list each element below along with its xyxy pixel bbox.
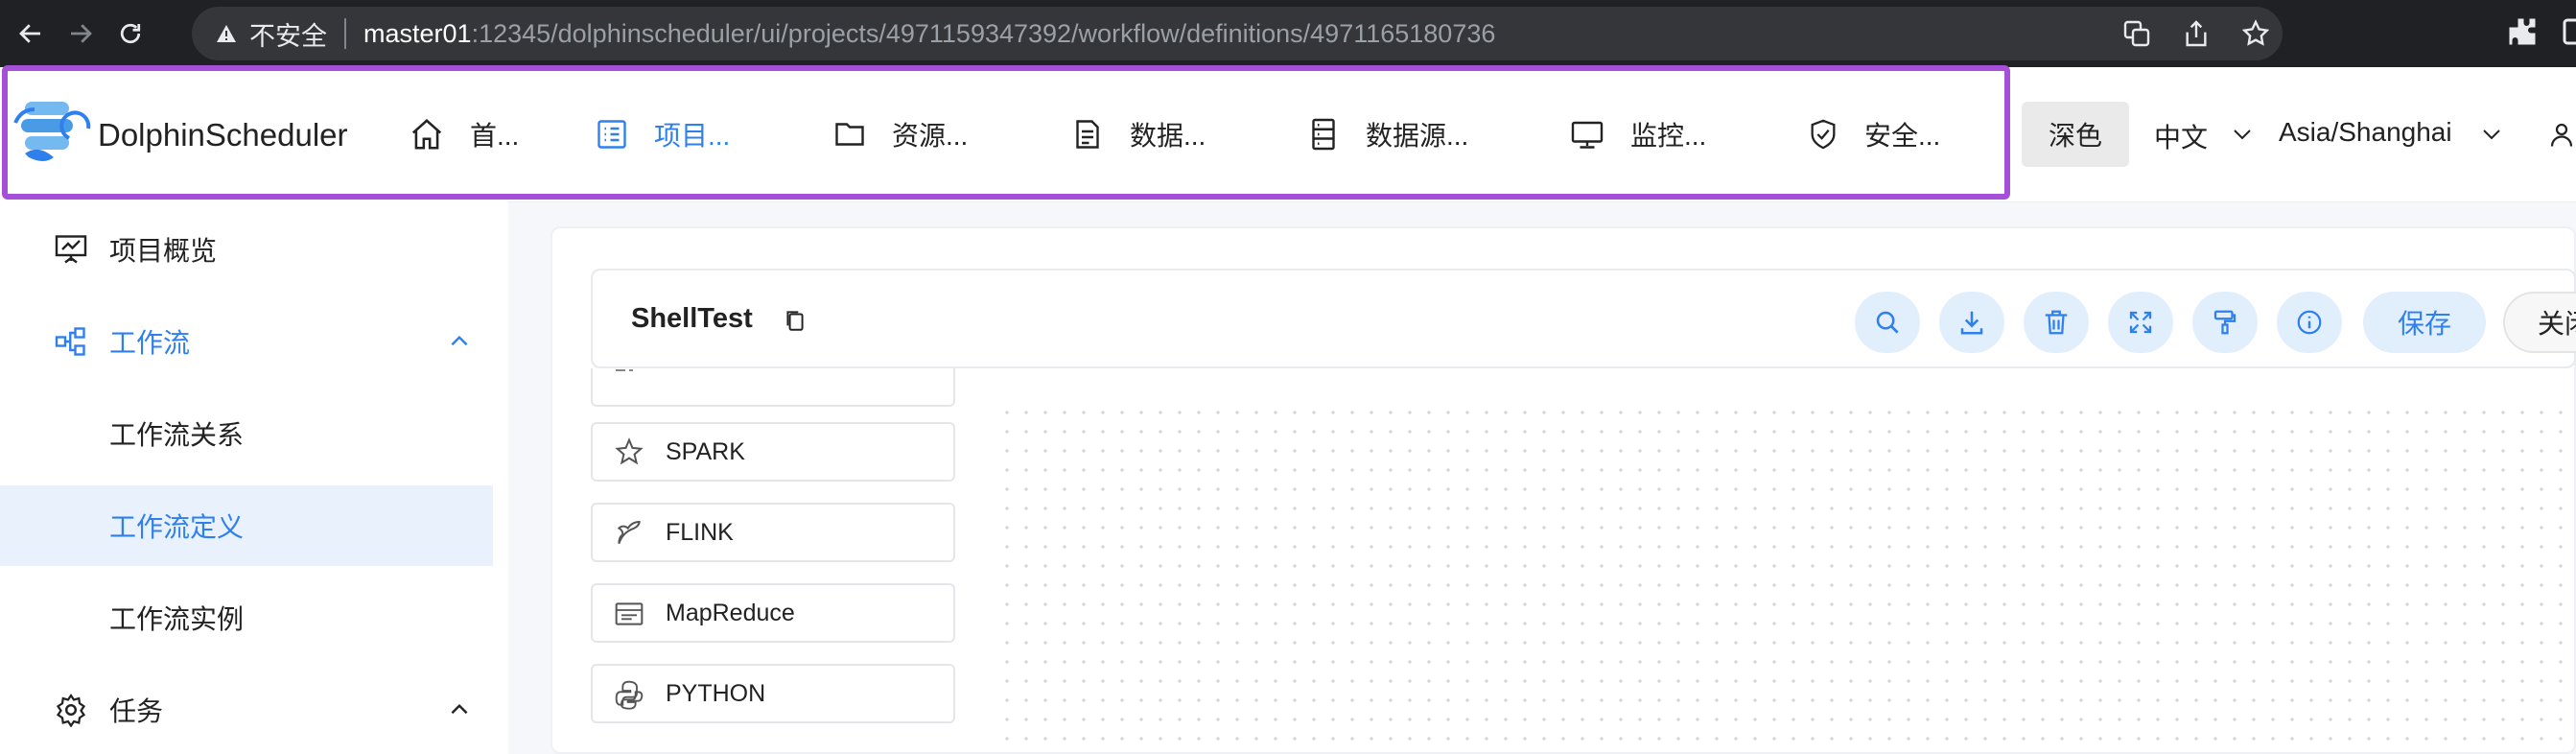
task-type-list: SPARK FLINK MapReduce PYTHON	[591, 368, 955, 754]
info-icon	[2295, 308, 2324, 337]
translate-icon[interactable]	[2121, 18, 2152, 49]
url-path: :12345/dolphinscheduler/ui/projects/4971…	[471, 18, 1496, 48]
save-button[interactable]: 保存	[2363, 292, 2486, 353]
download-button[interactable]	[1939, 292, 2004, 353]
sidebar-item-label: 工作流关系	[109, 420, 245, 450]
task-label: PYTHON	[666, 679, 766, 707]
flink-icon	[614, 518, 644, 549]
datasource-icon	[1306, 117, 1341, 152]
gear-icon	[54, 693, 88, 727]
search-icon	[1873, 308, 1902, 337]
workflow-icon	[54, 324, 88, 359]
nav-security[interactable]: 安全...	[1807, 109, 1940, 159]
download-icon	[1957, 308, 1986, 337]
nav-datasource-label: 数据源...	[1366, 121, 1469, 151]
format-button[interactable]	[2192, 292, 2258, 353]
extensions-icon[interactable]	[2505, 14, 2540, 49]
nav-project-label: 项目...	[654, 121, 731, 151]
sidebar-item-label: 工作流实例	[109, 604, 245, 634]
sidebar-item-workflow-definition[interactable]: 工作流定义	[0, 485, 493, 566]
theme-toggle-button[interactable]: 深色	[2022, 102, 2129, 167]
fullscreen-button[interactable]	[2108, 292, 2173, 353]
nav-datasource[interactable]: 数据源...	[1306, 109, 1468, 159]
search-button[interactable]	[1855, 292, 1920, 353]
task-item-mapreduce[interactable]: MapReduce	[591, 583, 955, 643]
app-header: DolphinScheduler 首... 项目... 资源... 数据... …	[0, 67, 2576, 202]
info-button[interactable]	[2277, 292, 2342, 353]
chevron-up-icon[interactable]	[447, 329, 472, 354]
editor-toolbar: ShellTest 保存 关闭	[591, 269, 2576, 368]
address-bar[interactable]: 不安全 master01 :12345/dolphinscheduler/ui/…	[192, 7, 2283, 60]
user-icon[interactable]	[2547, 119, 2576, 150]
sidebar-item-label: 工作流	[109, 328, 191, 358]
task-label: SPARK	[666, 437, 745, 465]
delete-button[interactable]	[2024, 292, 2089, 353]
browser-chrome: 不安全 master01 :12345/dolphinscheduler/ui/…	[0, 0, 2576, 67]
dolphin-logo	[12, 94, 94, 167]
format-icon	[2211, 308, 2239, 337]
sidebar-item-label: 项目概览	[109, 236, 218, 266]
chevron-down-icon[interactable]	[2231, 123, 2254, 146]
brand-name[interactable]: DolphinScheduler	[98, 117, 348, 153]
sidebar-item-task[interactable]: 任务	[0, 670, 493, 750]
shield-icon	[1807, 116, 1839, 153]
nav-monitor[interactable]: 监控...	[1569, 109, 1706, 159]
sidebar-item-workflow-instance[interactable]: 工作流实例	[0, 577, 493, 658]
forward-icon[interactable]	[61, 14, 100, 53]
mapreduce-icon	[614, 599, 644, 629]
copy-icon[interactable]	[783, 307, 808, 334]
task-item-spark[interactable]: SPARK	[591, 422, 955, 482]
divider	[344, 18, 346, 49]
sidebar-item-project-overview[interactable]: 项目概览	[0, 209, 493, 290]
dag-canvas[interactable]	[997, 403, 2576, 754]
folder-icon	[832, 117, 867, 152]
delete-icon	[2042, 308, 2071, 337]
nav-data-quality[interactable]: 数据...	[1070, 109, 1206, 159]
task-label: MapReduce	[666, 599, 795, 626]
home-icon	[409, 116, 445, 153]
nav-security-label: 安全...	[1864, 121, 1941, 151]
star-icon[interactable]	[2240, 18, 2271, 49]
chevron-down-icon[interactable]	[2480, 123, 2503, 146]
close-button[interactable]: 关闭	[2503, 292, 2576, 353]
nav-project[interactable]: 项目...	[595, 109, 730, 159]
task-icon	[614, 368, 644, 380]
python-icon	[614, 679, 644, 710]
sidebar-item-workflow[interactable]: 工作流	[0, 301, 493, 382]
sidebar-item-workflow-relation[interactable]: 工作流关系	[0, 393, 493, 474]
sidebar: 项目概览 工作流 工作流关系 工作流定义 工作流实例 任务	[0, 201, 508, 754]
data-quality-icon	[1070, 117, 1105, 152]
language-select[interactable]: 中文	[2154, 117, 2208, 155]
nav-home-label: 首...	[470, 121, 520, 151]
timezone-select[interactable]: Asia/Shanghai	[2279, 117, 2452, 148]
nav-resource[interactable]: 资源...	[832, 109, 968, 159]
workflow-name: ShellTest	[631, 303, 753, 334]
reload-icon[interactable]	[111, 14, 150, 53]
nav-monitor-label: 监控...	[1630, 121, 1707, 151]
sidebar-item-label: 工作流定义	[109, 512, 245, 542]
task-item-python[interactable]: PYTHON	[591, 664, 955, 723]
nav-resource-label: 资源...	[892, 121, 969, 151]
insecure-label: 不安全	[249, 21, 327, 51]
warning-icon	[215, 22, 238, 45]
chevron-up-icon[interactable]	[447, 697, 472, 722]
share-icon[interactable]	[2181, 18, 2212, 49]
url-host: master01	[363, 18, 472, 48]
monitor-icon	[1569, 117, 1605, 152]
back-icon[interactable]	[12, 14, 50, 53]
dashboard-icon	[54, 232, 88, 267]
nav-data-quality-label: 数据...	[1130, 121, 1206, 151]
task-item-flink[interactable]: FLINK	[591, 503, 955, 562]
project-list-icon	[595, 117, 629, 152]
nav-home[interactable]: 首...	[409, 109, 519, 159]
sidepanel-icon[interactable]	[2561, 14, 2576, 49]
fullscreen-icon	[2126, 308, 2155, 337]
spark-icon	[614, 437, 644, 468]
task-item-partial[interactable]	[591, 368, 955, 407]
task-label: FLINK	[666, 518, 734, 546]
sidebar-item-label: 任务	[109, 696, 164, 726]
